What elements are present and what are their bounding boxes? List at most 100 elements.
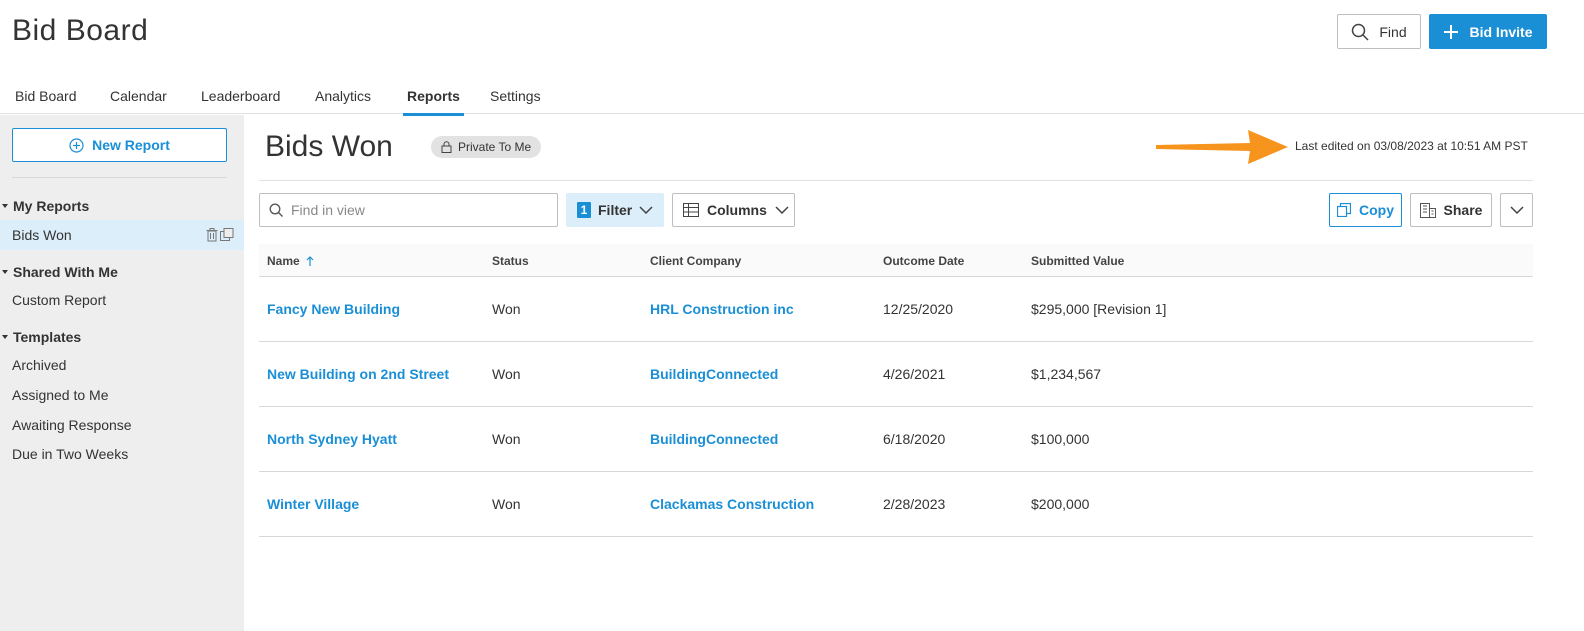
bid-name-link[interactable]: New Building on 2nd Street	[267, 366, 449, 382]
new-report-button[interactable]: New Report	[12, 128, 227, 162]
chevron-down-icon	[775, 206, 789, 214]
column-header-client-company[interactable]: Client Company	[650, 254, 741, 268]
find-in-view-field[interactable]	[259, 193, 558, 227]
share-label: Share	[1443, 202, 1483, 218]
filter-label: Filter	[598, 202, 633, 218]
header-divider	[259, 180, 1533, 181]
section-shared-with-me[interactable]: Shared With Me	[0, 264, 118, 280]
section-title: Shared With Me	[13, 264, 118, 280]
tab-calendar[interactable]: Calendar	[110, 88, 167, 113]
sidebar-item-due-in-two-weeks[interactable]: Due in Two Weeks	[0, 439, 244, 469]
status-cell: Won	[492, 366, 521, 382]
new-report-label: New Report	[92, 137, 170, 153]
bid-name-link[interactable]: Fancy New Building	[267, 301, 400, 317]
outcome-date-cell: 4/26/2021	[883, 366, 946, 382]
app-title: Bid Board	[12, 14, 149, 47]
table-header: Name Status Client Company Outcome Date …	[259, 244, 1533, 277]
bid-invite-label: Bid Invite	[1469, 23, 1533, 40]
status-cell: Won	[492, 301, 521, 317]
plus-circle-icon	[69, 137, 84, 153]
column-header-status[interactable]: Status	[492, 254, 529, 268]
trash-icon[interactable]	[206, 228, 218, 242]
copy-icon	[1337, 203, 1351, 217]
filter-count-badge: 1	[577, 202, 591, 218]
last-edited-text: Last edited on 03/08/2023 at 10:51 AM PS…	[1295, 139, 1528, 153]
search-icon	[269, 203, 283, 217]
find-label: Find	[1379, 23, 1407, 40]
report-table: Name Status Client Company Outcome Date …	[259, 244, 1533, 537]
section-templates[interactable]: Templates	[0, 329, 81, 345]
report-title: Bids Won	[265, 130, 393, 163]
chevron-down-icon	[639, 206, 653, 214]
sidebar-item-label: Archived	[12, 357, 67, 373]
client-company-link[interactable]: HRL Construction inc	[650, 301, 794, 317]
outcome-date-cell: 12/25/2020	[883, 301, 954, 317]
sidebar-item-label: Awaiting Response	[12, 417, 132, 433]
submitted-value-cell: $200,000	[1031, 496, 1090, 512]
section-title: My Reports	[13, 198, 90, 214]
columns-button[interactable]: Columns	[672, 193, 795, 227]
caret-down-icon	[2, 270, 8, 274]
bid-name-link[interactable]: North Sydney Hyatt	[267, 431, 397, 447]
sidebar-item-label: Bids Won	[12, 227, 72, 243]
caret-down-icon	[2, 335, 8, 339]
table-row: Fancy New Building Won HRL Construction …	[259, 277, 1533, 342]
client-company-link[interactable]: Clackamas Construction	[650, 496, 814, 512]
column-header-name[interactable]: Name	[267, 254, 314, 268]
column-header-outcome-date[interactable]: Outcome Date	[883, 254, 964, 268]
lock-icon	[441, 141, 452, 153]
table-row: Winter Village Won Clackamas Constructio…	[259, 472, 1533, 537]
tab-settings[interactable]: Settings	[490, 88, 541, 113]
filter-button[interactable]: 1 Filter	[566, 193, 664, 227]
sidebar-item-bids-won[interactable]: Bids Won	[0, 220, 244, 250]
submitted-value-cell: $1,234,567	[1031, 366, 1102, 382]
chevron-down-icon	[1509, 206, 1524, 214]
section-my-reports[interactable]: My Reports	[0, 198, 89, 214]
sidebar-item-archived[interactable]: Archived	[0, 350, 244, 380]
privacy-badge[interactable]: Private To Me	[431, 136, 542, 158]
sidebar-divider	[12, 177, 227, 178]
plus-icon	[1444, 24, 1459, 39]
sidebar-item-assigned-to-me[interactable]: Assigned to Me	[0, 380, 244, 410]
more-options-button[interactable]	[1500, 193, 1533, 227]
find-in-view-input[interactable]	[291, 202, 541, 218]
sidebar-item-label: Assigned to Me	[12, 387, 109, 403]
sort-ascending-icon	[306, 256, 314, 266]
sidebar-item-label: Due in Two Weeks	[12, 446, 129, 462]
main-nav: Bid Board Calendar Leaderboard Analytics…	[0, 80, 1584, 116]
table-row: New Building on 2nd Street Won BuildingC…	[259, 342, 1533, 407]
annotation-arrow-icon	[1156, 130, 1288, 164]
share-button[interactable]: Share	[1410, 193, 1492, 227]
share-building-icon	[1419, 202, 1436, 218]
client-company-link[interactable]: BuildingConnected	[650, 431, 778, 447]
tab-leaderboard[interactable]: Leaderboard	[201, 88, 280, 113]
bid-invite-button[interactable]: Bid Invite	[1429, 14, 1547, 49]
copy-button[interactable]: Copy	[1329, 193, 1402, 227]
column-header-label: Name	[267, 254, 300, 268]
search-icon	[1352, 23, 1369, 41]
bid-name-link[interactable]: Winter Village	[267, 496, 359, 512]
caret-down-icon	[2, 204, 8, 208]
status-cell: Won	[492, 496, 521, 512]
sidebar: New Report My Reports Bids Won Shared Wi…	[0, 115, 244, 631]
privacy-label: Private To Me	[458, 140, 532, 154]
sidebar-item-custom-report[interactable]: Custom Report	[0, 285, 244, 315]
duplicate-icon[interactable]	[220, 228, 234, 242]
table-row: North Sydney Hyatt Won BuildingConnected…	[259, 407, 1533, 472]
tab-analytics[interactable]: Analytics	[315, 88, 371, 113]
columns-label: Columns	[707, 202, 767, 218]
submitted-value-cell: $295,000 [Revision 1]	[1031, 301, 1167, 317]
sidebar-item-awaiting-response[interactable]: Awaiting Response	[0, 410, 244, 440]
client-company-link[interactable]: BuildingConnected	[650, 366, 778, 382]
section-title: Templates	[13, 329, 82, 345]
outcome-date-cell: 2/28/2023	[883, 496, 946, 512]
sidebar-item-label: Custom Report	[12, 292, 107, 308]
tab-reports[interactable]: Reports	[403, 88, 464, 116]
tab-bid-board[interactable]: Bid Board	[15, 88, 76, 113]
column-header-submitted-value[interactable]: Submitted Value	[1031, 254, 1124, 268]
submitted-value-cell: $100,000	[1031, 431, 1090, 447]
find-button[interactable]: Find	[1337, 14, 1421, 49]
status-cell: Won	[492, 431, 521, 447]
outcome-date-cell: 6/18/2020	[883, 431, 946, 447]
copy-label: Copy	[1359, 202, 1394, 218]
